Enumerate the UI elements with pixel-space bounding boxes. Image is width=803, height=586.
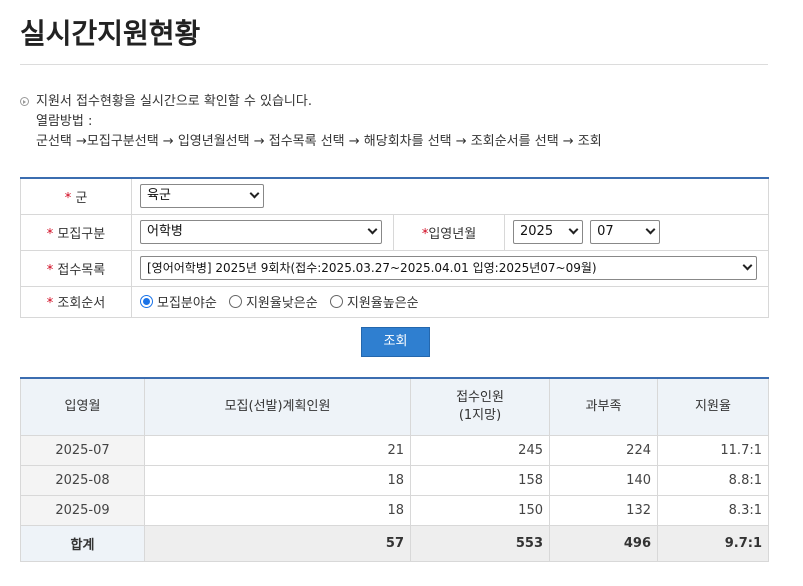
total-ratio: 9.7:1 (657, 524, 769, 562)
bullet-arrow-icon (20, 97, 29, 106)
sort-by-low-ratio-radio[interactable]: 지원율낮은순 (228, 292, 318, 311)
total-applied: 553 (410, 524, 550, 562)
table-row: 2025-08 18 158 140 8.8:1 (20, 464, 769, 496)
guide-line-2: 열람방법 : (36, 114, 93, 129)
chevron-down-icon (645, 224, 656, 235)
guide-line-3: 군선택 →모집구분선택 → 입영년월선택 → 접수목록 선택 → 해당회차를 선… (36, 134, 602, 149)
army-label: * 군 (20, 177, 132, 215)
recruit-type-select[interactable]: 어학병 (140, 220, 382, 244)
radio-checked-icon (140, 294, 153, 308)
cell-applied: 245 (410, 434, 550, 466)
enlist-month-label: *입영년월 (393, 213, 505, 251)
cell-excess: 140 (549, 464, 658, 496)
radio-unchecked-icon (329, 294, 343, 308)
total-excess: 496 (549, 524, 658, 562)
reception-list-select[interactable]: [영어어학병] 2025년 9회차(접수:2025.03.27~2025.04.… (140, 256, 757, 280)
chevron-down-icon (568, 224, 579, 235)
cell-plan: 18 (144, 464, 411, 496)
army-select[interactable]: 육군 (140, 184, 264, 209)
results-table: 입영월 모집(선발)계획인원 접수인원 (1지망) 과부족 지원율 2025-07… (20, 377, 769, 562)
table-row: 2025-07 21 245 224 11.7:1 (20, 434, 769, 466)
enlist-month-select[interactable]: 07 (590, 220, 661, 244)
cell-applied: 150 (410, 494, 550, 526)
search-button[interactable]: 조회 (361, 327, 430, 357)
enlist-year-select[interactable]: 2025 (513, 220, 583, 244)
total-plan: 57 (144, 524, 411, 562)
col-excess-header: 과부족 (549, 377, 658, 436)
col-plan-header: 모집(선발)계획인원 (144, 377, 411, 436)
sort-order-label: * 조회순서 (20, 285, 132, 318)
cell-ratio: 8.8:1 (657, 464, 769, 496)
guide-text: 지원서 접수현황을 실시간으로 확인할 수 있습니다. 열람방법 : 군선택 →… (20, 92, 602, 152)
cell-month: 2025-09 (20, 494, 145, 526)
cell-ratio: 8.3:1 (657, 494, 769, 526)
chevron-down-icon (249, 188, 260, 199)
cell-ratio: 11.7:1 (657, 434, 769, 466)
guide-line-1: 지원서 접수현황을 실시간으로 확인할 수 있습니다. (36, 94, 312, 109)
reception-list-label: * 접수목록 (20, 249, 132, 287)
cell-month: 2025-08 (20, 464, 145, 496)
page-title: 실시간지원현황 (20, 17, 201, 50)
cell-excess: 132 (549, 494, 658, 526)
chevron-down-icon (367, 224, 378, 235)
cell-applied: 158 (410, 464, 550, 496)
total-row: 합계 57 553 496 9.7:1 (20, 524, 769, 562)
cell-plan: 21 (144, 434, 411, 466)
title-divider (20, 64, 768, 65)
total-label: 합계 (20, 524, 145, 562)
cell-excess: 224 (549, 434, 658, 466)
col-ratio-header: 지원율 (657, 377, 769, 436)
cell-month: 2025-07 (20, 434, 145, 466)
cell-plan: 18 (144, 494, 411, 526)
sort-by-field-radio[interactable]: 모집분야순 (140, 292, 217, 311)
col-month-header: 입영월 (20, 377, 145, 436)
sort-by-high-ratio-radio[interactable]: 지원율높은순 (329, 292, 419, 311)
table-row: 2025-09 18 150 132 8.3:1 (20, 494, 769, 526)
recruit-type-label: * 모집구분 (20, 213, 132, 251)
col-applied-header: 접수인원 (1지망) (410, 377, 550, 436)
radio-unchecked-icon (228, 294, 242, 308)
chevron-down-icon (742, 260, 753, 271)
search-form: * 군 육군 * 모집구분 어학병 *입영년월 2025 07 * 접수목록 [… (20, 177, 769, 318)
